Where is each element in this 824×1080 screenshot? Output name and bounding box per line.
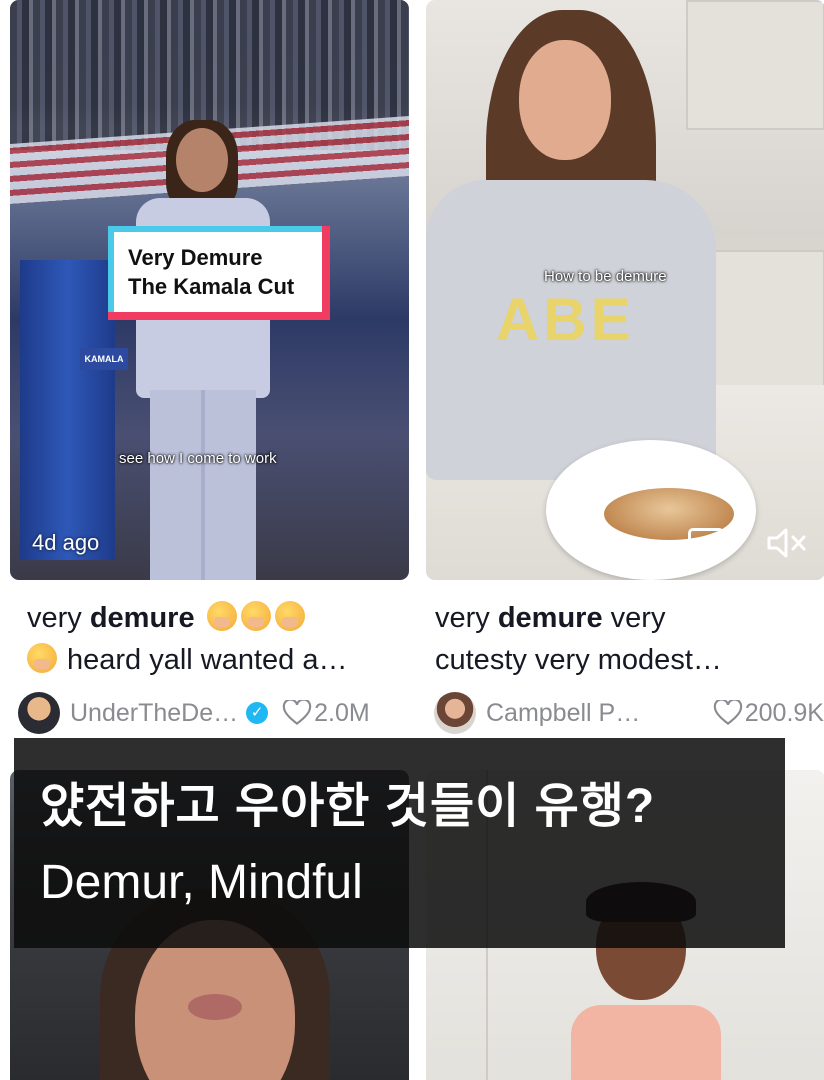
like-count-text: 200.9K: [744, 698, 824, 727]
desc-text-post: very: [602, 602, 666, 634]
hand-over-mouth-emoji-icon: [27, 643, 57, 673]
video-description[interactable]: very demure very cutesty very modest…: [435, 597, 820, 681]
pink-top: [571, 1005, 721, 1080]
banner-title: 얐전하고 우아한 것들이 유행?: [40, 780, 656, 833]
video-overlay-text: How to be demure: [544, 268, 667, 285]
speaker-figure: [128, 120, 278, 580]
desc-text: very: [435, 602, 498, 634]
heart-icon: [282, 700, 312, 725]
video-description[interactable]: very demure heard yall wanted a…: [27, 597, 407, 681]
sweater-graphic: ABE: [496, 286, 635, 353]
caption-line-2: The Kamala Cut: [128, 274, 295, 299]
desc-hashtag: demure: [497, 602, 603, 634]
author-row: UnderTheDe… ✓ 2.0M: [18, 692, 408, 734]
post-timestamp: 4d ago: [32, 530, 100, 555]
desc-line-2: heard yall wanted a…: [67, 644, 348, 676]
like-count[interactable]: 2.0M: [282, 699, 370, 728]
stage-curtain: [20, 260, 115, 560]
like-count[interactable]: 200.9K: [713, 699, 824, 728]
caption-line-1: Very Demure: [128, 245, 263, 270]
banner-subtitle: Demur, Mindful: [40, 856, 363, 909]
author-row: Campbell P… 200.9K: [434, 692, 824, 734]
hand-over-mouth-emoji-icon: [206, 601, 237, 631]
woman-face: [519, 40, 611, 160]
heart-icon: [713, 700, 742, 725]
video-thumbnail[interactable]: ABE How to be demure: [426, 0, 824, 580]
hand-over-mouth-emoji-icon: [240, 601, 271, 631]
verified-badge-icon: ✓: [246, 702, 269, 724]
crowd-sign: KAMALA: [80, 348, 128, 370]
author-name[interactable]: Campbell P…: [486, 699, 640, 728]
speaker-muted-icon[interactable]: [766, 526, 810, 560]
desc-line-2: cutesty very modest…: [435, 644, 722, 676]
caption-box: Very Demure The Kamala Cut: [108, 226, 330, 320]
video-thumbnail[interactable]: KAMALA Very Demure The Kamala Cut see ho…: [10, 0, 409, 580]
desc-hashtag: demure: [89, 602, 195, 634]
desc-text: very: [27, 602, 90, 634]
author-name[interactable]: UnderTheDe…: [70, 699, 238, 728]
video-overlay-text: see how I come to work: [119, 450, 277, 467]
closed-captions-icon[interactable]: [688, 528, 724, 556]
author-avatar[interactable]: [18, 692, 60, 734]
lips: [188, 994, 242, 1020]
upper-cabinet: [686, 0, 824, 130]
author-avatar[interactable]: [434, 692, 476, 734]
hand-over-mouth-emoji-icon: [274, 601, 305, 631]
title-banner: 얐전하고 우아한 것들이 유행? Demur, Mindful: [14, 738, 785, 948]
like-count-text: 2.0M: [314, 698, 370, 727]
